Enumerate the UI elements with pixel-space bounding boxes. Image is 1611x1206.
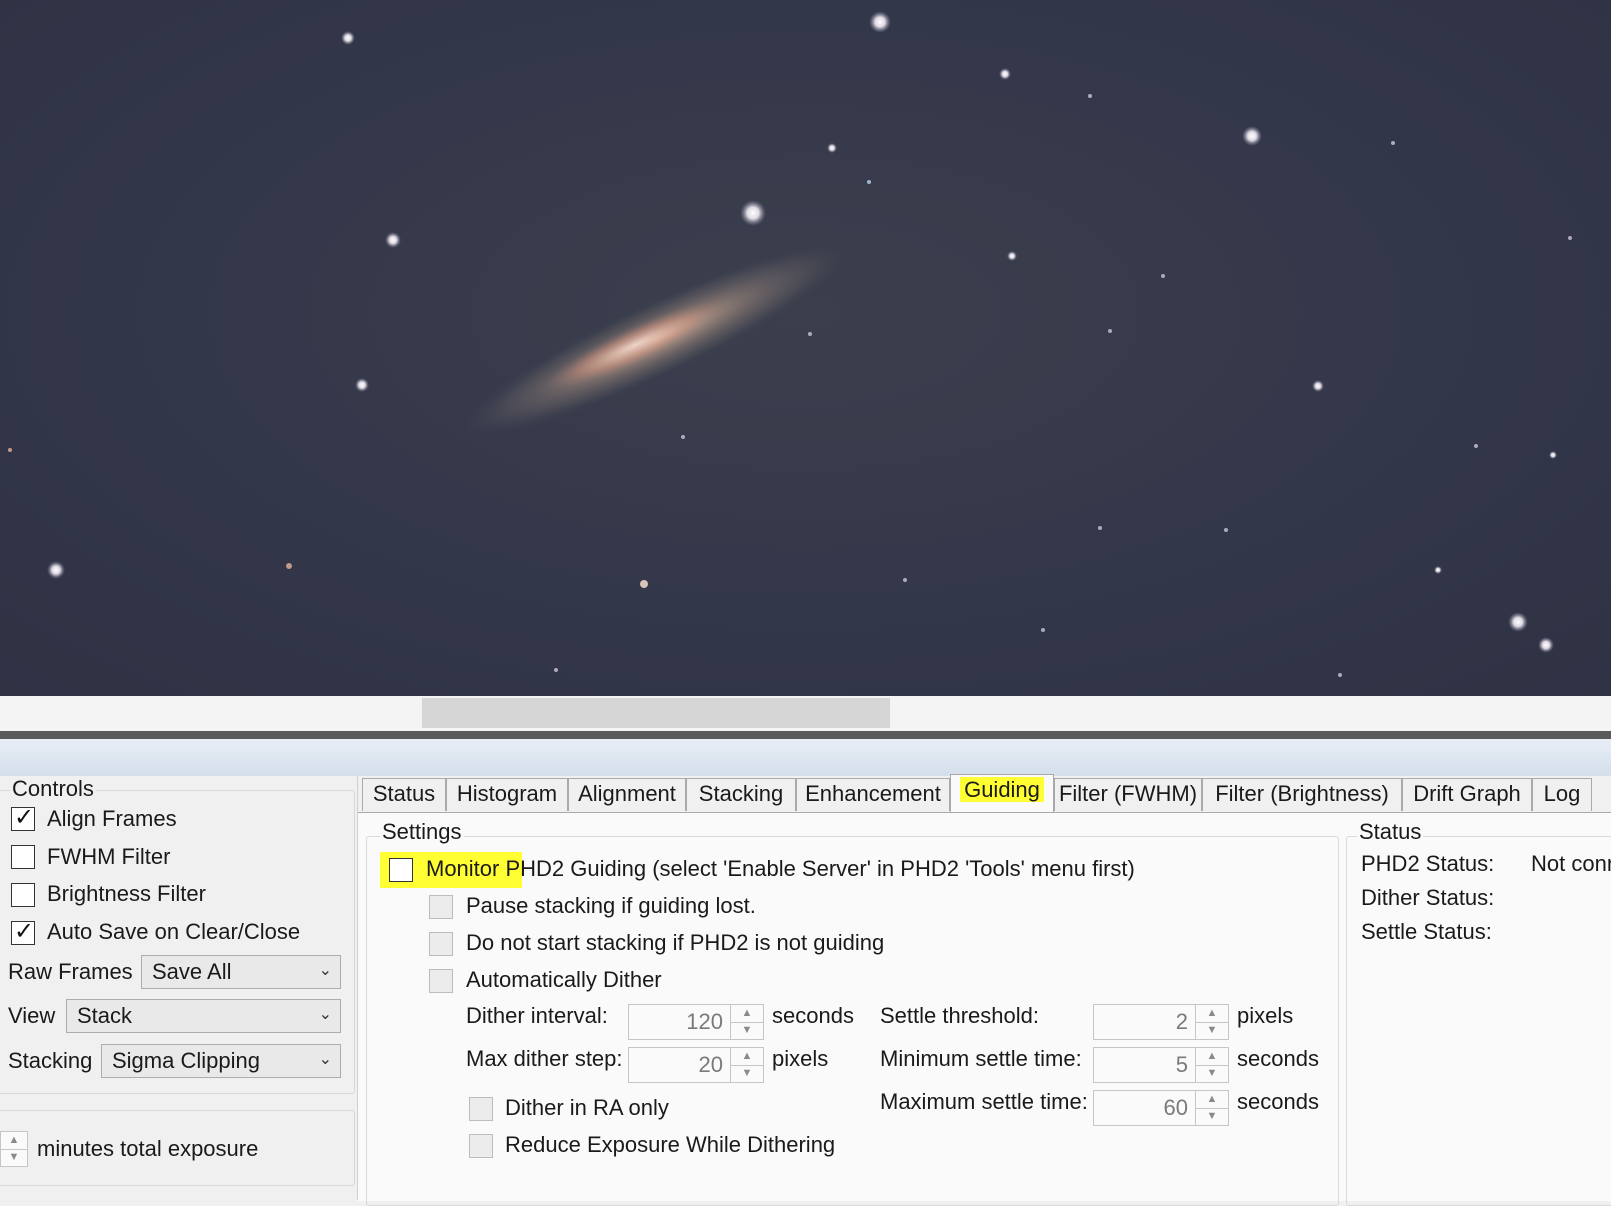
tab-filter-fwhm[interactable]: Filter (FWHM): [1054, 778, 1202, 811]
tab-enhancement[interactable]: Enhancement: [796, 778, 950, 811]
max-settle-time-value: 60: [1163, 1095, 1188, 1120]
exposure-label: minutes total exposure: [37, 1136, 259, 1161]
brightness-filter-label: Brightness Filter: [47, 881, 206, 906]
stars: [8, 11, 1572, 677]
galaxy: [454, 240, 856, 440]
phd2-status-label: PHD2 Status:: [1361, 851, 1495, 876]
max-dither-step-spinner[interactable]: 20 ▲ ▼: [628, 1047, 764, 1083]
stacked-image: [8, 11, 1572, 677]
stepper-down-icon[interactable]: ▼: [731, 1022, 763, 1039]
settle-status-label: Settle Status:: [1361, 919, 1492, 944]
raw-frames-value: Save All: [152, 959, 232, 984]
min-settle-time-value: 5: [1175, 1052, 1188, 1077]
stacking-select[interactable]: Sigma Clipping ⌄: [101, 1044, 341, 1078]
dither-status-label: Dither Status:: [1361, 885, 1495, 910]
stacking-value: Sigma Clipping: [112, 1048, 260, 1073]
max-dither-step-value: 20: [698, 1052, 723, 1077]
reduce-exposure-checkbox[interactable]: [469, 1134, 493, 1158]
max-dither-step-label: Max dither step:: [466, 1046, 623, 1071]
controls-title: Controls: [10, 776, 96, 802]
min-settle-time-label: Minimum settle time:: [880, 1046, 1082, 1071]
tab-guiding[interactable]: Guiding: [950, 774, 1054, 814]
splitter-bar[interactable]: [0, 731, 1611, 739]
view-value: Stack: [77, 1003, 133, 1028]
stepper-up-icon[interactable]: ▲: [731, 1048, 763, 1066]
auto-save-checkbox[interactable]: ✓: [11, 918, 35, 945]
dither-ra-only-checkbox[interactable]: [469, 1097, 493, 1121]
reduce-exposure-label: Reduce Exposure While Dithering: [505, 1132, 836, 1157]
settings-title: Settings: [380, 819, 464, 845]
fwhm-filter-checkbox[interactable]: [11, 845, 35, 869]
no-start-label: Do not start stacking if PHD2 is not gui…: [466, 930, 885, 955]
stepper-up-icon[interactable]: ▲: [1196, 1048, 1228, 1066]
pause-stacking-label: Pause stacking if guiding lost.: [466, 893, 756, 918]
dither-ra-only-label: Dither in RA only: [505, 1095, 669, 1120]
stepper-down-icon[interactable]: ▼: [1196, 1108, 1228, 1125]
pause-stacking-checkbox[interactable]: [429, 895, 453, 919]
stepper-up-icon[interactable]: ▲: [1196, 1091, 1228, 1109]
stepper-down-icon[interactable]: ▼: [1196, 1065, 1228, 1082]
max-settle-time-spinner[interactable]: 60 ▲ ▼: [1093, 1090, 1229, 1126]
tab-drift-graph[interactable]: Drift Graph: [1402, 778, 1532, 811]
scrollbar-thumb[interactable]: [422, 698, 890, 728]
dither-interval-label: Dither interval:: [466, 1003, 608, 1028]
brightness-filter-checkbox[interactable]: [11, 883, 35, 907]
stacking-label: Stacking: [8, 1048, 93, 1073]
no-start-checkbox[interactable]: [429, 932, 453, 956]
toolbar-band: [0, 739, 1611, 776]
max-dither-step-unit: pixels: [772, 1046, 829, 1071]
dither-interval-unit: seconds: [772, 1003, 854, 1028]
tab-guiding-label: Guiding: [960, 777, 1044, 802]
settle-threshold-label: Settle threshold:: [880, 1003, 1039, 1028]
min-settle-time-spinner[interactable]: 5 ▲ ▼: [1093, 1047, 1229, 1083]
exposure-stepper[interactable]: ▲ ▼: [0, 1131, 28, 1167]
phd2-status-value: Not conn: [1531, 851, 1611, 876]
min-settle-time-unit: seconds: [1237, 1046, 1319, 1071]
check-icon: ✓: [14, 804, 35, 831]
align-frames-label: Align Frames: [47, 806, 177, 831]
tab-status[interactable]: Status: [362, 778, 446, 811]
dither-interval-spinner[interactable]: 120 ▲ ▼: [628, 1004, 764, 1040]
raw-frames-label: Raw Frames: [8, 959, 133, 984]
monitor-phd2-label: Monitor PHD2 Guiding (select 'Enable Ser…: [426, 856, 1135, 881]
tab-alignment[interactable]: Alignment: [568, 778, 686, 811]
stepper-up-icon[interactable]: ▲: [1196, 1005, 1228, 1023]
settle-threshold-spinner[interactable]: 2 ▲ ▼: [1093, 1004, 1229, 1040]
tab-log[interactable]: Log: [1532, 778, 1592, 811]
tab-stacking[interactable]: Stacking: [686, 778, 796, 811]
settle-threshold-value: 2: [1175, 1009, 1188, 1034]
view-select[interactable]: Stack ⌄: [66, 999, 341, 1033]
stepper-down-icon[interactable]: ▼: [1, 1149, 27, 1166]
settle-threshold-unit: pixels: [1237, 1003, 1294, 1028]
chevron-down-icon: ⌄: [318, 1006, 332, 1023]
check-icon: ✓: [14, 918, 35, 945]
align-frames-checkbox[interactable]: ✓: [11, 804, 35, 831]
stacked-image-view[interactable]: [0, 0, 1611, 696]
auto-dither-label: Automatically Dither: [466, 967, 662, 992]
view-label: View: [8, 1003, 56, 1028]
auto-dither-checkbox[interactable]: [429, 969, 453, 993]
chevron-down-icon: ⌄: [318, 1051, 332, 1068]
stepper-down-icon[interactable]: ▼: [731, 1065, 763, 1082]
max-settle-time-label: Maximum settle time:: [880, 1089, 1088, 1114]
fwhm-filter-label: FWHM Filter: [47, 844, 171, 869]
tab-filter-brightness[interactable]: Filter (Brightness): [1202, 778, 1402, 811]
monitor-phd2-checkbox[interactable]: [389, 858, 413, 882]
stepper-up-icon[interactable]: ▲: [1, 1132, 27, 1150]
tab-histogram[interactable]: Histogram: [446, 778, 568, 811]
stepper-down-icon[interactable]: ▼: [1196, 1022, 1228, 1039]
raw-frames-select[interactable]: Save All ⌄: [141, 955, 341, 989]
max-settle-time-unit: seconds: [1237, 1089, 1319, 1114]
auto-save-label: Auto Save on Clear/Close: [47, 919, 301, 944]
chevron-down-icon: ⌄: [318, 962, 332, 979]
dither-interval-value: 120: [686, 1009, 723, 1034]
status-title: Status: [1357, 819, 1424, 845]
stepper-up-icon[interactable]: ▲: [731, 1005, 763, 1023]
